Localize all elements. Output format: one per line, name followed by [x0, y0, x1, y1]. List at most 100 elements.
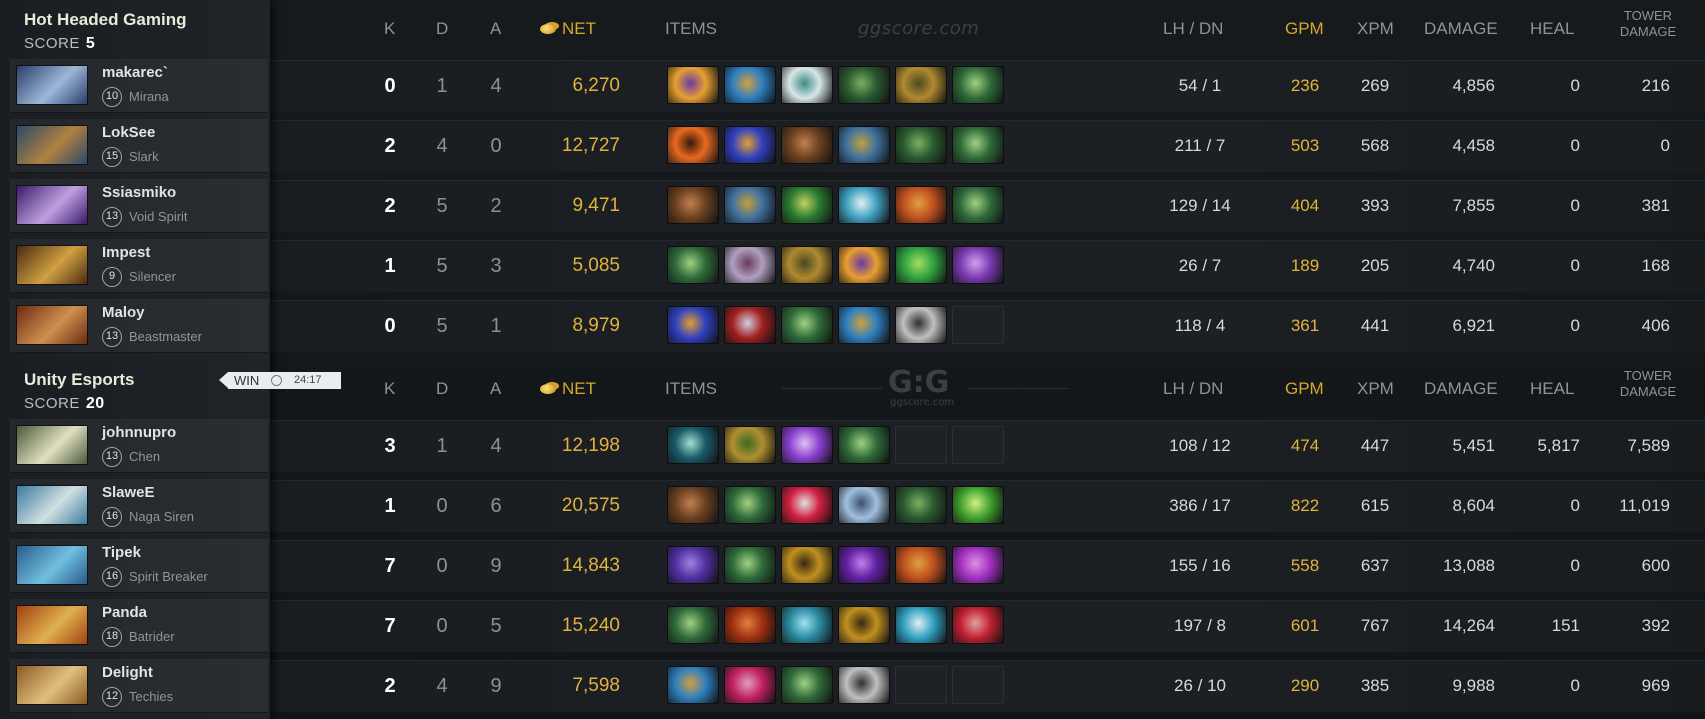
- header-heal[interactable]: HEAL: [1530, 0, 1574, 59]
- item-icon[interactable]: [667, 66, 719, 104]
- item-icon[interactable]: [838, 126, 890, 164]
- item-icon[interactable]: [838, 486, 890, 524]
- hero-avatar: [16, 125, 88, 165]
- item-icon[interactable]: [781, 246, 833, 284]
- player-card[interactable]: Maloy 13 Beastmaster: [10, 299, 268, 353]
- header-d[interactable]: D: [436, 359, 448, 419]
- item-icon[interactable]: [781, 606, 833, 644]
- player-card[interactable]: LokSee 15 Slark: [10, 119, 268, 173]
- item-icon[interactable]: [667, 666, 719, 704]
- item-icon[interactable]: [838, 306, 890, 344]
- item-icon[interactable]: [724, 486, 776, 524]
- item-icon[interactable]: [781, 126, 833, 164]
- header-items[interactable]: ITEMS: [665, 0, 717, 59]
- header-a[interactable]: A: [490, 0, 501, 59]
- item-icon[interactable]: [724, 186, 776, 224]
- header-lh-dn[interactable]: LH / DN: [1163, 0, 1223, 59]
- player-name[interactable]: makarec`: [102, 64, 168, 81]
- header-lh-dn[interactable]: LH / DN: [1163, 359, 1223, 419]
- player-name[interactable]: Tipek: [102, 544, 141, 561]
- header-k[interactable]: K: [384, 0, 395, 59]
- player-name[interactable]: Maloy: [102, 304, 145, 321]
- player-name[interactable]: SlaweE: [102, 484, 155, 501]
- item-icon[interactable]: [895, 546, 947, 584]
- item-icon[interactable]: [895, 486, 947, 524]
- player-name[interactable]: johnnupro: [102, 424, 176, 441]
- header-gpm[interactable]: GPM: [1285, 0, 1324, 59]
- item-icon[interactable]: [724, 66, 776, 104]
- item-icon[interactable]: [838, 186, 890, 224]
- player-card[interactable]: Delight 12 Techies: [10, 659, 268, 713]
- item-icon[interactable]: [667, 186, 719, 224]
- player-card[interactable]: SlaweE 16 Naga Siren: [10, 479, 268, 533]
- item-icon[interactable]: [667, 546, 719, 584]
- player-card[interactable]: Tipek 16 Spirit Breaker: [10, 539, 268, 593]
- item-icon[interactable]: [724, 546, 776, 584]
- empty-item-slot: [952, 306, 1004, 344]
- heal-value: 0: [1570, 136, 1580, 155]
- item-icon[interactable]: [895, 186, 947, 224]
- item-icon[interactable]: [724, 606, 776, 644]
- player-card[interactable]: Impest 9 Silencer: [10, 239, 268, 293]
- player-name[interactable]: Panda: [102, 604, 147, 621]
- item-icon[interactable]: [952, 126, 1004, 164]
- item-icon[interactable]: [724, 126, 776, 164]
- player-name[interactable]: Impest: [102, 244, 150, 261]
- item-icon[interactable]: [667, 126, 719, 164]
- item-icon[interactable]: [781, 666, 833, 704]
- item-icon[interactable]: [895, 66, 947, 104]
- item-icon[interactable]: [667, 426, 719, 464]
- item-icon[interactable]: [781, 186, 833, 224]
- xpm-value: 615: [1360, 496, 1390, 515]
- item-icon[interactable]: [667, 486, 719, 524]
- player-card[interactable]: Panda 18 Batrider: [10, 599, 268, 653]
- header-d[interactable]: D: [436, 0, 448, 59]
- item-icon[interactable]: [838, 666, 890, 704]
- item-icon[interactable]: [952, 606, 1004, 644]
- header-net[interactable]: NET: [540, 359, 596, 419]
- item-icon[interactable]: [781, 306, 833, 344]
- item-icon[interactable]: [724, 666, 776, 704]
- header-items[interactable]: ITEMS: [665, 359, 717, 419]
- header-xpm[interactable]: XPM: [1357, 359, 1394, 419]
- item-icon[interactable]: [838, 606, 890, 644]
- header-net[interactable]: NET: [540, 0, 596, 59]
- item-icon[interactable]: [952, 66, 1004, 104]
- item-icon[interactable]: [895, 606, 947, 644]
- item-icon[interactable]: [781, 426, 833, 464]
- item-icon[interactable]: [667, 246, 719, 284]
- item-icon[interactable]: [952, 186, 1004, 224]
- header-xpm[interactable]: XPM: [1357, 0, 1394, 59]
- item-icon[interactable]: [724, 246, 776, 284]
- item-icon[interactable]: [724, 426, 776, 464]
- player-card[interactable]: johnnupro 13 Chen: [10, 419, 268, 473]
- item-icon[interactable]: [952, 486, 1004, 524]
- item-icon[interactable]: [838, 426, 890, 464]
- player-card[interactable]: makarec` 10 Mirana: [10, 59, 268, 113]
- header-damage[interactable]: DAMAGE: [1424, 0, 1498, 59]
- net-worth: 14,843: [561, 555, 620, 576]
- item-icon[interactable]: [781, 66, 833, 104]
- header-gpm[interactable]: GPM: [1285, 359, 1324, 419]
- header-damage[interactable]: DAMAGE: [1424, 359, 1498, 419]
- item-icon[interactable]: [952, 546, 1004, 584]
- item-icon[interactable]: [895, 306, 947, 344]
- item-icon[interactable]: [895, 126, 947, 164]
- item-icon[interactable]: [724, 306, 776, 344]
- header-heal[interactable]: HEAL: [1530, 359, 1574, 419]
- player-name[interactable]: Ssiasmiko: [102, 184, 176, 201]
- player-card[interactable]: Ssiasmiko 13 Void Spirit: [10, 179, 268, 233]
- item-icon[interactable]: [952, 246, 1004, 284]
- item-icon[interactable]: [895, 246, 947, 284]
- item-icon[interactable]: [838, 546, 890, 584]
- item-icon[interactable]: [838, 246, 890, 284]
- item-icon[interactable]: [667, 606, 719, 644]
- header-k[interactable]: K: [384, 359, 395, 419]
- header-a[interactable]: A: [490, 359, 501, 419]
- player-name[interactable]: Delight: [102, 664, 153, 681]
- item-icon[interactable]: [781, 486, 833, 524]
- player-name[interactable]: LokSee: [102, 124, 155, 141]
- item-icon[interactable]: [667, 306, 719, 344]
- item-icon[interactable]: [781, 546, 833, 584]
- item-icon[interactable]: [838, 66, 890, 104]
